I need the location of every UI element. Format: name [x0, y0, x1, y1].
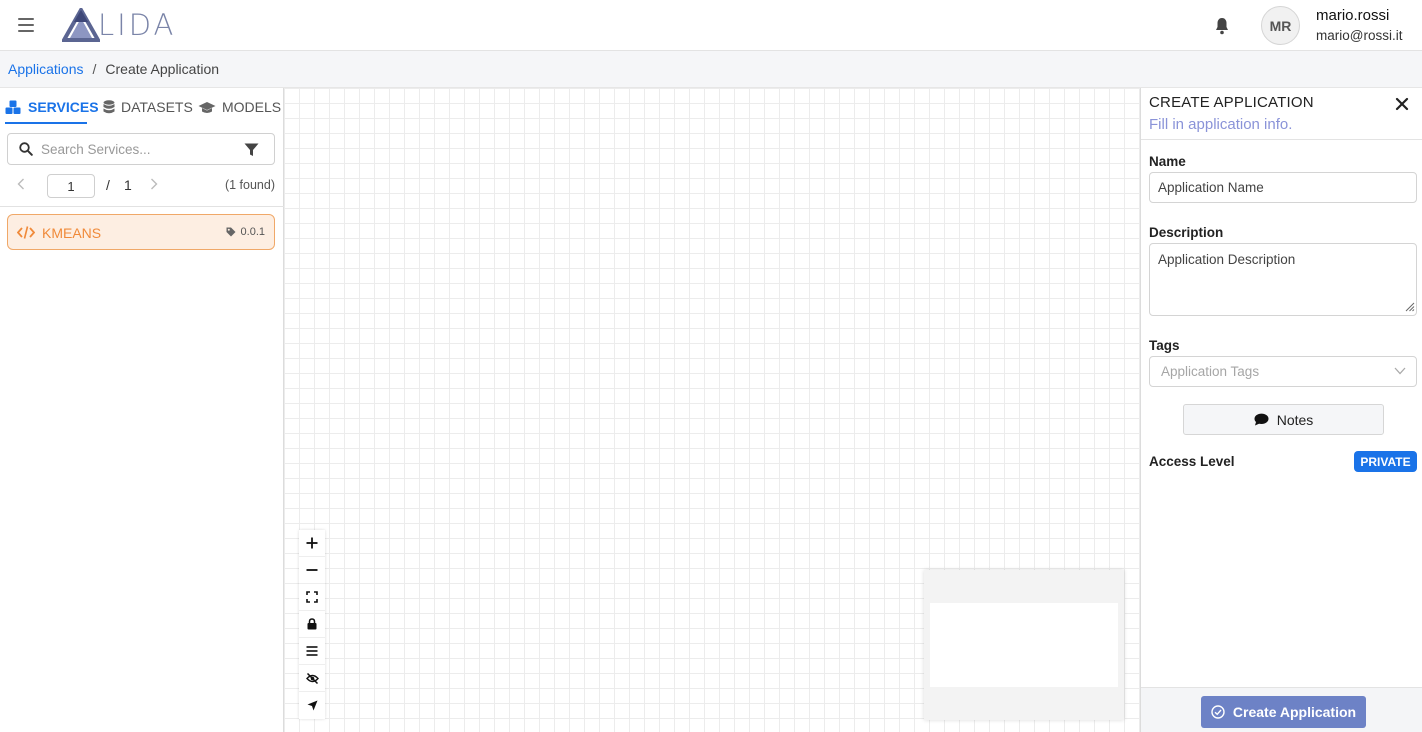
breadcrumb-current: Create Application — [105, 61, 220, 77]
minimap-viewport — [930, 603, 1118, 687]
tags-label: Tags — [1149, 338, 1180, 353]
navigate-icon — [307, 700, 317, 711]
comment-icon — [1254, 413, 1269, 426]
next-page-icon[interactable] — [150, 177, 158, 193]
top-navbar: LIDA MR mario.rossi mario@rossi.it — [0, 0, 1422, 51]
breadcrumb: Applications / Create Application — [0, 51, 1422, 88]
canvas-minimap[interactable] — [924, 570, 1124, 720]
graduation-cap-icon — [198, 101, 216, 113]
application-name-input[interactable] — [1149, 172, 1417, 203]
zoom-out-icon — [306, 569, 318, 571]
notes-button[interactable]: Notes — [1183, 404, 1384, 435]
menu-button[interactable] — [299, 638, 325, 665]
service-version: 0.0.1 — [226, 226, 265, 238]
lock-icon — [307, 618, 317, 630]
zoom-out-button[interactable] — [299, 557, 325, 584]
tab-datasets-label: DATASETS — [121, 99, 193, 115]
create-application-button[interactable]: Create Application — [1201, 696, 1366, 728]
breadcrumb-applications-link[interactable]: Applications — [8, 61, 84, 77]
tab-models[interactable]: MODELS — [198, 99, 281, 115]
database-icon — [103, 100, 115, 114]
components-sidebar: SERVICES DATASETS MODELS Search Services… — [0, 88, 284, 732]
tab-models-label: MODELS — [222, 99, 282, 115]
service-version-text: 0.0.1 — [240, 226, 265, 238]
page-separator: / — [106, 177, 110, 193]
tags-placeholder: Application Tags — [1161, 364, 1260, 379]
prev-page-icon[interactable] — [17, 177, 25, 193]
user-avatar[interactable]: MR — [1261, 6, 1300, 45]
tab-datasets[interactable]: DATASETS — [103, 99, 193, 115]
search-input[interactable] — [41, 141, 231, 157]
hamburger-menu-icon[interactable] — [18, 18, 34, 32]
hide-button[interactable] — [299, 665, 325, 692]
description-label: Description — [1149, 225, 1224, 240]
total-pages: 1 — [124, 177, 132, 193]
logo-triangle-icon — [62, 8, 100, 42]
menu-icon — [306, 646, 318, 656]
resize-handle-icon[interactable] — [1405, 302, 1415, 312]
hide-icon — [305, 672, 319, 684]
zoom-in-button[interactable] — [299, 530, 325, 557]
zoom-in-icon — [306, 537, 318, 549]
chevron-down-icon — [1394, 367, 1406, 375]
divider — [0, 206, 284, 207]
logo-text: LIDA — [98, 8, 177, 42]
check-circle-icon — [1211, 705, 1225, 719]
cubes-icon — [5, 100, 21, 114]
service-item-kmeans[interactable]: KMEANS 0.0.1 — [7, 214, 275, 250]
filter-icon[interactable] — [244, 143, 259, 157]
service-search-box — [7, 133, 275, 165]
application-description-textarea[interactable] — [1149, 243, 1417, 316]
access-level-label: Access Level — [1149, 454, 1235, 469]
tag-icon — [226, 227, 236, 237]
fit-view-button[interactable] — [299, 584, 325, 611]
user-name: mario.rossi — [1316, 7, 1390, 24]
notifications-bell-icon[interactable] — [1214, 17, 1230, 35]
close-icon[interactable] — [1395, 97, 1409, 111]
application-tags-select[interactable]: Application Tags — [1149, 356, 1417, 387]
lock-button[interactable] — [299, 611, 325, 638]
code-icon — [17, 226, 35, 239]
create-application-label: Create Application — [1232, 704, 1357, 720]
create-application-panel: CREATE APPLICATION Fill in application i… — [1140, 88, 1422, 732]
navigate-button[interactable] — [299, 692, 325, 719]
panel-title: CREATE APPLICATION — [1149, 94, 1314, 111]
name-label: Name — [1149, 154, 1186, 169]
notes-button-label: Notes — [1276, 411, 1314, 428]
app-logo[interactable]: LIDA — [62, 8, 176, 42]
page-number-input[interactable] — [47, 174, 95, 198]
tab-services-label: SERVICES — [28, 99, 99, 115]
fit-view-icon — [306, 591, 318, 603]
user-email: mario@rossi.it — [1316, 28, 1403, 43]
tab-services[interactable]: SERVICES — [5, 99, 99, 115]
component-tabs: SERVICES DATASETS MODELS — [0, 88, 284, 126]
panel-header-divider — [1141, 139, 1422, 140]
active-tab-indicator — [5, 122, 87, 124]
breadcrumb-separator: / — [92, 61, 97, 77]
results-count: (1 found) — [224, 178, 275, 192]
pagination: / 1 (1 found) — [7, 174, 275, 198]
access-level-toggle[interactable]: PRIVATE — [1354, 451, 1417, 472]
panel-subtitle: Fill in application info. — [1149, 116, 1293, 133]
canvas-controls — [299, 530, 325, 719]
panel-footer: Create Application — [1141, 687, 1422, 732]
search-icon — [19, 142, 33, 156]
service-name: KMEANS — [42, 225, 102, 241]
